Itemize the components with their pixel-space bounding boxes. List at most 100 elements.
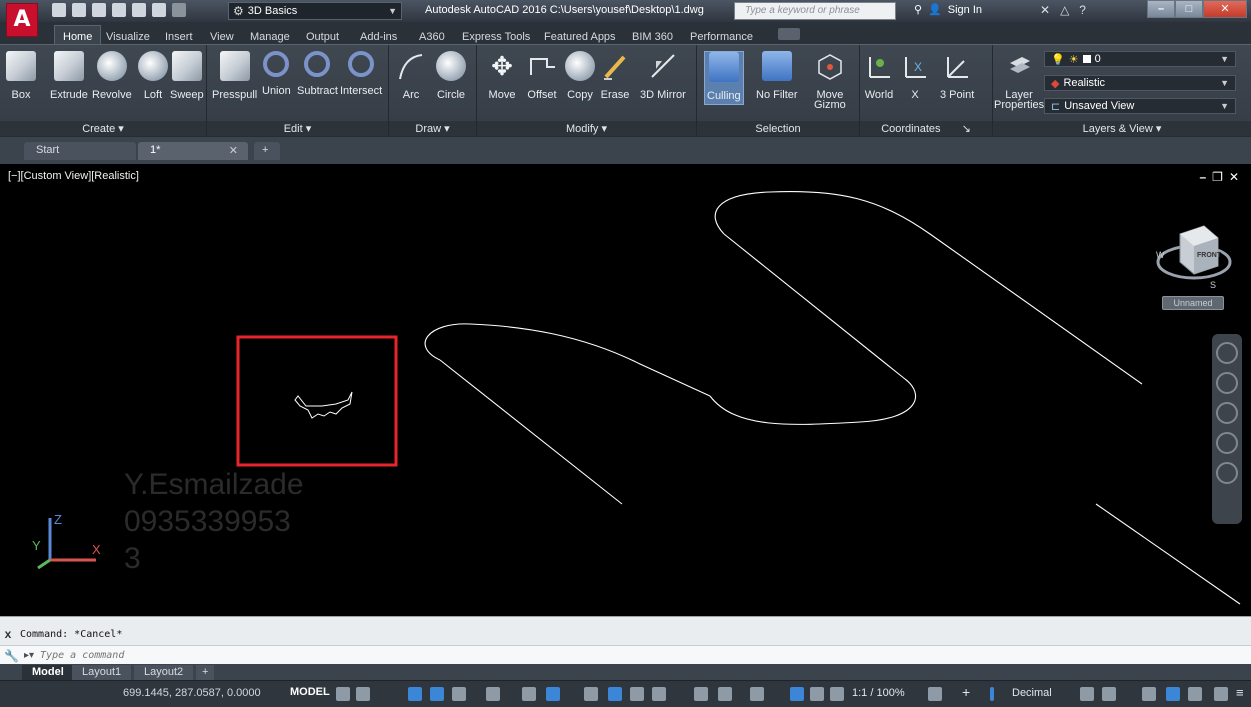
showmotion-icon[interactable] xyxy=(1216,462,1238,484)
visual-style-dropdown[interactable]: ◆ Realistic ▼ xyxy=(1044,75,1236,91)
snap-icon[interactable] xyxy=(356,687,370,701)
object-snap-icon[interactable] xyxy=(546,687,560,701)
lock-ui-icon[interactable] xyxy=(1102,687,1116,701)
tab-layout1[interactable]: Layout1 xyxy=(72,665,132,680)
circle-button[interactable]: Circle xyxy=(436,51,466,101)
layer-properties-button[interactable]: Layer Properties xyxy=(994,51,1044,111)
customization-icon[interactable] xyxy=(1214,687,1228,701)
layers-view-panel-label[interactable]: Layers & View ▾ xyxy=(993,121,1251,137)
tab-model[interactable]: Model xyxy=(22,665,74,680)
steering-wheel-icon[interactable] xyxy=(1216,342,1238,364)
quick-properties-icon[interactable] xyxy=(1080,687,1094,701)
world-ucs-button[interactable]: World xyxy=(864,51,894,101)
lineweight-icon[interactable] xyxy=(584,687,598,701)
tab-options-icon[interactable] xyxy=(778,28,800,40)
isolate-objects-icon[interactable] xyxy=(1142,687,1156,701)
intersect-button[interactable]: Intersect xyxy=(340,51,382,97)
sign-in-button[interactable]: ⚲ 👤 Sign In xyxy=(914,3,982,17)
viewcube[interactable]: W S FRONT xyxy=(1152,216,1234,292)
dynamic-ucs-toggle-icon[interactable] xyxy=(694,687,708,701)
tab-visualize[interactable]: Visualize xyxy=(106,31,150,43)
ucs-x-button[interactable]: XX xyxy=(900,51,930,101)
revolve-button[interactable]: Revolve xyxy=(92,51,132,101)
object-snap-tracking-icon[interactable] xyxy=(522,687,536,701)
3d-mirror-button[interactable]: 3D Mirror xyxy=(640,51,686,101)
3d-object-snap-icon[interactable] xyxy=(652,687,666,701)
menu-icon[interactable]: ≡ xyxy=(1236,685,1244,700)
view-name-dropdown[interactable]: Unnamed xyxy=(1162,296,1224,310)
coordinates-panel-label[interactable]: Coordinates ↘ xyxy=(860,121,992,137)
viewport-controls-label[interactable]: [−][Custom View][Realistic] xyxy=(8,170,139,182)
close-button[interactable]: ✕ xyxy=(1203,0,1247,18)
selection-panel-label[interactable]: Selection xyxy=(697,121,859,137)
modify-panel-label[interactable]: Modify ▾ xyxy=(477,121,696,137)
auto-scale-icon[interactable] xyxy=(810,687,824,701)
doc-tab-start[interactable]: Start xyxy=(24,142,136,160)
draw-panel-label[interactable]: Draw ▾ xyxy=(389,121,476,137)
ucs-3point-button[interactable]: 3 Point xyxy=(940,51,974,101)
ortho-icon[interactable] xyxy=(430,687,444,701)
culling-button[interactable]: Culling xyxy=(704,51,744,105)
save-icon[interactable] xyxy=(92,3,106,17)
orbit-icon[interactable] xyxy=(1216,432,1238,454)
pan-icon[interactable] xyxy=(1216,372,1238,394)
doc-tab-drawing[interactable]: 1* ✕ xyxy=(138,142,248,160)
search-input[interactable]: Type a keyword or phrase xyxy=(734,2,896,20)
viewcube-front-face[interactable]: FRONT xyxy=(1197,252,1221,259)
offset-button[interactable]: Offset xyxy=(527,51,557,101)
copy-button[interactable]: Copy xyxy=(565,51,595,101)
presspull-button[interactable]: Presspull xyxy=(212,51,257,101)
wrench-icon[interactable]: 🔧 xyxy=(4,649,20,663)
open-file-icon[interactable] xyxy=(72,3,86,17)
isodraft-icon[interactable] xyxy=(486,687,500,701)
workspace-dropdown[interactable]: ⚙ 3D Basics ▼ xyxy=(228,2,402,20)
print-icon[interactable] xyxy=(132,3,146,17)
exchange-icon[interactable]: ✕ xyxy=(1040,3,1050,17)
subtract-button[interactable]: Subtract xyxy=(297,51,338,97)
a360-icon[interactable]: △ xyxy=(1060,3,1069,17)
layer-dropdown[interactable]: 💡 ☀ 0 ▼ xyxy=(1044,51,1236,67)
box-button[interactable]: Box xyxy=(6,51,36,101)
clean-screen-icon[interactable] xyxy=(1188,687,1202,701)
tab-performance[interactable]: Performance xyxy=(690,31,753,43)
tab-layout2[interactable]: Layout2 xyxy=(134,665,194,680)
edit-panel-label[interactable]: Edit ▾ xyxy=(207,121,388,137)
loft-button[interactable]: Loft xyxy=(138,51,168,101)
erase-button[interactable]: Erase xyxy=(600,51,630,101)
no-filter-button[interactable]: No Filter xyxy=(756,51,798,101)
polar-tracking-icon[interactable] xyxy=(452,687,466,701)
zoom-icon[interactable] xyxy=(1216,402,1238,424)
minimize-button[interactable]: – xyxy=(1147,0,1175,18)
save-as-icon[interactable] xyxy=(112,3,126,17)
annotation-scale-dropdown[interactable]: 1:1 / 100% xyxy=(852,687,905,699)
coordinates-readout[interactable]: 699.1445, 287.0587, 0.0000 xyxy=(123,687,261,699)
model-space-button[interactable]: MODEL xyxy=(290,686,330,698)
new-file-icon[interactable] xyxy=(52,3,66,17)
tab-home[interactable]: Home xyxy=(54,25,102,44)
tab-addins[interactable]: Add-ins xyxy=(360,31,397,43)
arc-button[interactable]: Arc xyxy=(396,51,426,101)
tab-output[interactable]: Output xyxy=(306,31,339,43)
move-button[interactable]: ✥ Move xyxy=(487,51,517,101)
tab-bim360[interactable]: BIM 360 xyxy=(632,31,673,43)
help-icon[interactable]: ? xyxy=(1079,3,1086,17)
dynamic-ucs-icon[interactable] xyxy=(408,687,422,701)
create-panel-label[interactable]: Create ▾ xyxy=(0,121,206,137)
add-layout-icon[interactable]: + xyxy=(196,665,215,680)
annotation-scale-icon[interactable] xyxy=(830,687,844,701)
undo-icon[interactable] xyxy=(152,3,166,17)
tab-insert[interactable]: Insert xyxy=(165,31,193,43)
viewport-restore-button[interactable]: ❐ xyxy=(1212,170,1223,184)
redo-icon[interactable] xyxy=(172,3,186,17)
hardware-acceleration-icon[interactable] xyxy=(1166,687,1180,701)
drawing-viewport[interactable]: [−][Custom View][Realistic] – ❐ ✕ Y.Esma… xyxy=(0,164,1251,616)
new-tab-icon[interactable]: + xyxy=(254,142,280,160)
tab-view[interactable]: View xyxy=(210,31,234,43)
grid-icon[interactable] xyxy=(336,687,350,701)
annotation-monitor-icon[interactable]: + xyxy=(962,684,970,700)
binoculars-icon[interactable]: ⚲ xyxy=(914,3,922,16)
close-icon[interactable]: x xyxy=(2,627,14,641)
maximize-button[interactable]: □ xyxy=(1175,0,1203,18)
ucs-icon[interactable]: Z X Y xyxy=(30,510,110,570)
transparency-icon[interactable] xyxy=(608,687,622,701)
